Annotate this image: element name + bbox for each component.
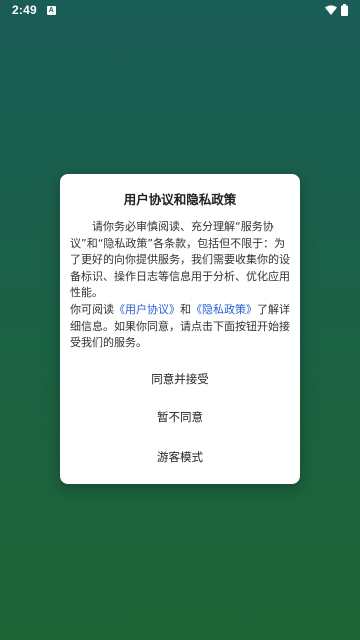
paragraph-2-and: 和	[180, 302, 191, 316]
privacy-dialog: 用户协议和隐私政策 请你务必审慎阅读、充分理解“服务协议”和“隐私政策”各条款，…	[60, 174, 300, 484]
disagree-button[interactable]: 暂不同意	[60, 402, 300, 432]
dialog-paragraph-1: 请你务必审慎阅读、充分理解“服务协议”和“隐私政策”各条款，包括但不限于：为了更…	[70, 220, 290, 300]
paragraph-2-prefix: 你可阅读	[70, 302, 114, 316]
status-icons	[325, 4, 348, 16]
privacy-policy-link[interactable]: 《隐私政策》	[191, 303, 257, 316]
status-time: 2:49	[12, 3, 37, 17]
user-agreement-link[interactable]: 《用户协议》	[114, 303, 180, 316]
battery-icon	[341, 4, 348, 16]
status-bar: 2:49 A	[0, 0, 360, 20]
dialog-title: 用户协议和隐私政策	[123, 192, 237, 207]
agree-button[interactable]: 同意并接受	[60, 364, 300, 394]
dialog-paragraph-2: 你可阅读《用户协议》和《隐私政策》了解详细信息。如果你同意，请点击下面按钮开始接…	[70, 302, 292, 352]
guest-mode-button[interactable]: 游客模式	[60, 442, 300, 472]
wifi-icon	[325, 5, 337, 15]
notification-icon: A	[46, 5, 56, 15]
dialog-body: 请你务必审慎阅读、充分理解“服务协议”和“隐私政策”各条款，包括但不限于：为了更…	[70, 219, 292, 352]
